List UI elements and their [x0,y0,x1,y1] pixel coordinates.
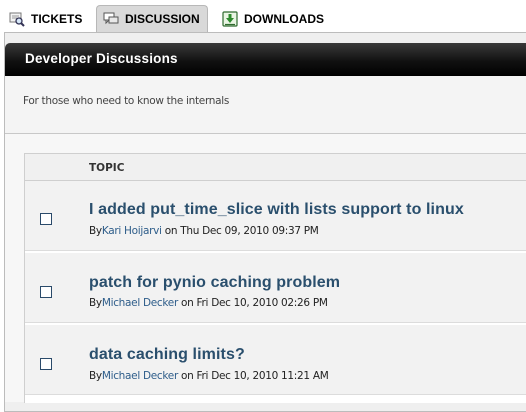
topic-table: TOPIC I added put_time_slice with lists … [24,153,526,403]
download-icon [222,10,238,27]
tab-tickets-label: TICKETS [31,11,83,26]
table-header: TOPIC [25,154,526,181]
column-header-topic: TOPIC [89,162,125,174]
posted-date: on Thu Dec 09, 2010 09:37 PM [164,225,319,237]
tab-discussion-label: DISCUSSION [125,12,200,26]
posted-date: on Fri Dec 10, 2010 11:21 AM [181,370,329,382]
forum-header: Developer Discussions [5,43,526,76]
tab-downloads-label: DOWNLOADS [244,11,324,26]
tab-downloads[interactable]: DOWNLOADS [220,5,340,32]
row-checkbox[interactable] [40,358,52,370]
tab-bar: TICKETS DISCUSSION DOWNLOADS [0,0,526,32]
by-label: By [89,225,102,237]
forum-description-area: For those who need to know the internals [5,76,526,134]
ticket-search-icon [9,11,25,27]
topic-title-link[interactable]: patch for pynio caching problem [89,274,340,292]
posted-date: on Fri Dec 10, 2010 02:26 PM [181,297,328,309]
table-row: patch for pynio caching problem ByMichae… [25,253,526,323]
topic-meta: ByKari Hoijarvi on Thu Dec 09, 2010 09:3… [89,225,319,237]
topic-title-link[interactable]: data caching limits? [89,346,245,364]
forum-description: For those who need to know the internals [23,95,230,107]
forum-title: Developer Discussions [25,51,178,66]
tab-tickets[interactable]: TICKETS [6,5,90,32]
table-row: data caching limits? ByMichael Decker on… [25,325,526,395]
row-checkbox[interactable] [40,213,52,225]
author-link[interactable]: Kari Hoijarvi [102,225,162,237]
by-label: By [89,297,102,309]
table-row: I added put_time_slice with lists suppor… [25,181,526,251]
tab-discussion[interactable]: DISCUSSION [96,5,208,32]
author-link[interactable]: Michael Decker [102,370,178,382]
topic-meta: ByMichael Decker on Fri Dec 10, 2010 11:… [89,370,329,382]
topic-meta: ByMichael Decker on Fri Dec 10, 2010 02:… [89,297,328,309]
topic-title-link[interactable]: I added put_time_slice with lists suppor… [89,201,464,219]
row-checkbox[interactable] [40,286,52,298]
author-link[interactable]: Michael Decker [102,297,178,309]
by-label: By [89,370,102,382]
chat-bubbles-icon [103,11,119,27]
